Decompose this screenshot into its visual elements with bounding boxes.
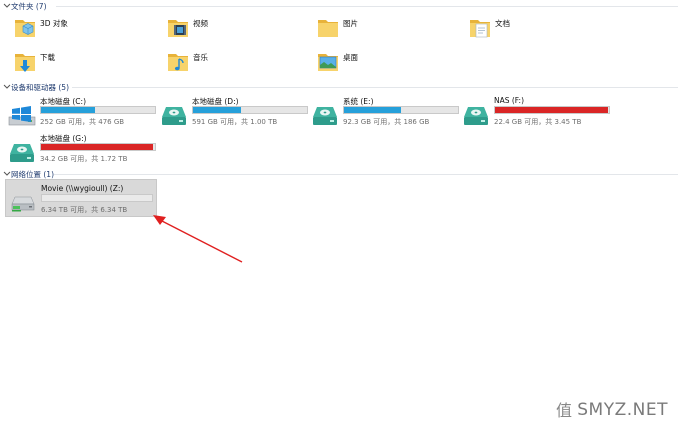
watermark-logo-icon: 值	[556, 401, 572, 419]
svg-text:值: 值	[556, 401, 572, 419]
annotation-arrow	[153, 215, 243, 263]
watermark: 值 SMYZ.NET	[555, 400, 668, 420]
watermark-text: SMYZ.NET	[577, 400, 668, 420]
